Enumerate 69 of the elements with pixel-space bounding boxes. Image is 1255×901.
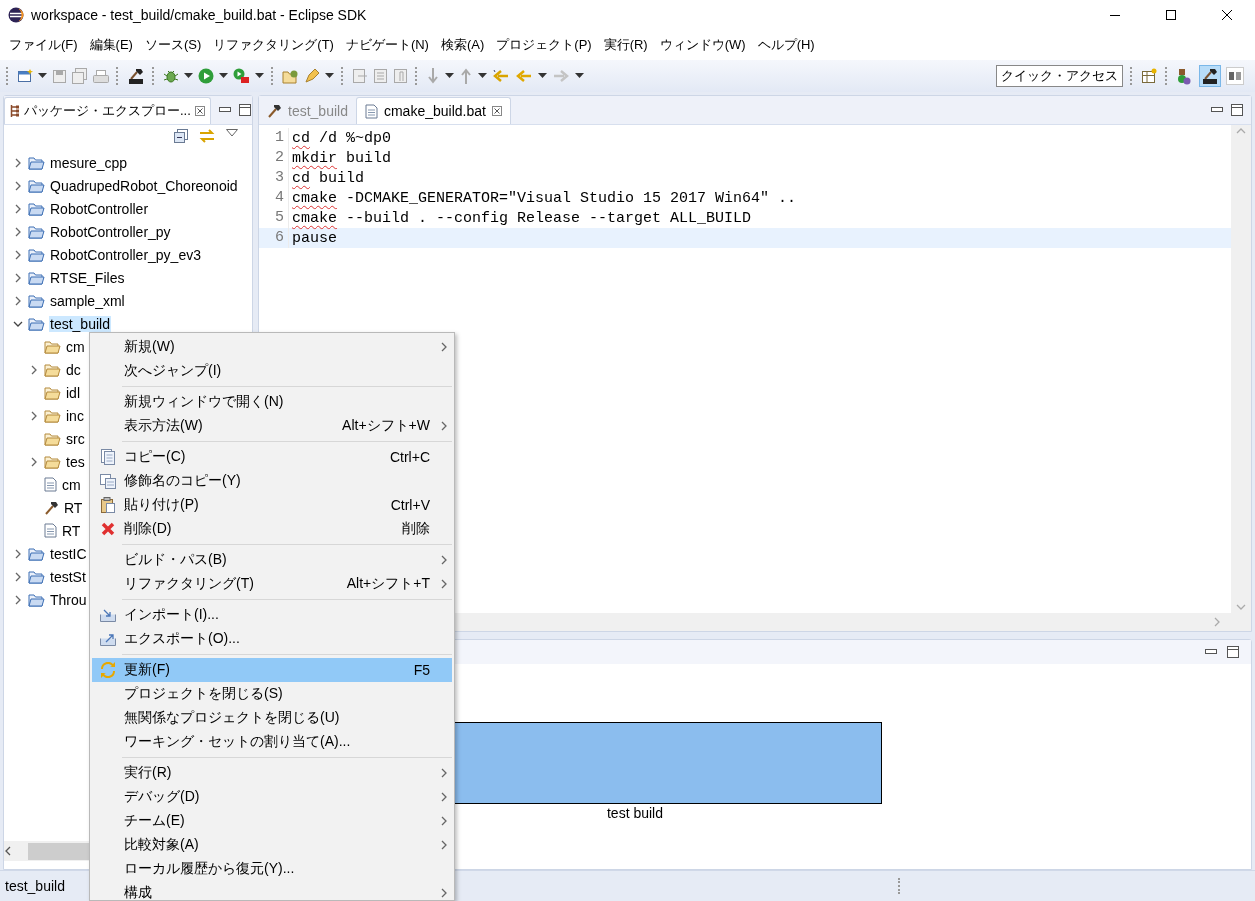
tree-item[interactable]: test_build: [49, 315, 111, 332]
tree-item[interactable]: Throu: [49, 591, 88, 608]
menu-item[interactable]: ヘルプ(H): [751, 36, 821, 54]
line-number: 2: [259, 148, 289, 168]
menu-item[interactable]: チーム(E): [92, 809, 452, 833]
menu-item[interactable]: 無関係なプロジェクトを閉じる(U): [92, 706, 452, 730]
menu-item[interactable]: 削除(D) 削除: [92, 517, 452, 541]
menu-item[interactable]: 構成: [92, 881, 452, 900]
tree-item[interactable]: dc: [65, 361, 82, 378]
code-line: cd /d %~dp0: [291, 129, 392, 147]
menu-item[interactable]: ウィンドウ(W): [653, 36, 752, 54]
tree-item[interactable]: tes: [65, 453, 86, 470]
line-number: 1: [259, 128, 289, 148]
menu-item[interactable]: ワーキング・セットの割り当て(A)...: [92, 730, 452, 754]
code-line: pause: [291, 229, 337, 247]
line-number: 3: [259, 168, 289, 188]
menu-item[interactable]: 表示方法(W) Alt+シフト+W: [92, 414, 452, 438]
tree-item[interactable]: RobotController: [49, 200, 150, 217]
tree-item[interactable]: RobotController_py: [49, 223, 172, 240]
tree-item[interactable]: RTSE_Files: [49, 269, 126, 286]
tree-item[interactable]: RobotController_py_ev3: [49, 246, 202, 263]
menu-item[interactable]: 更新(F) F5: [92, 658, 452, 682]
menu-item[interactable]: ファイル(F): [3, 36, 84, 54]
menu-item[interactable]: ビルド・パス(B): [92, 548, 452, 572]
code-line: mkdir build: [291, 149, 392, 167]
explorer-tab[interactable]: パッケージ・エクスプロー...: [4, 97, 211, 124]
code-line: cmake -DCMAKE_GENERATOR="Visual Studio 15 2017 Win64" ..: [291, 189, 797, 207]
line-number: 6: [259, 228, 289, 248]
tree-item[interactable]: sample_xml: [49, 292, 126, 309]
menu-item[interactable]: ナビゲート(N): [339, 36, 435, 54]
menu-item[interactable]: デバッグ(D): [92, 785, 452, 809]
tree-item[interactable]: testSt: [49, 568, 87, 585]
menu-item[interactable]: 編集(E): [83, 36, 139, 54]
tree-item[interactable]: mesure_cpp: [49, 154, 129, 171]
menu-item[interactable]: インポート(I)...: [92, 603, 452, 627]
menu-item[interactable]: エクスポート(O)...: [92, 627, 452, 651]
window-title: workspace - test_build/cmake_build.bat - Eclipse SDK: [31, 7, 368, 23]
tree-item[interactable]: cm: [65, 338, 86, 355]
menu-item[interactable]: 次へジャンプ(I): [92, 359, 452, 383]
tree-item[interactable]: RT: [61, 522, 82, 539]
menu-item[interactable]: 貼り付け(P) Ctrl+V: [92, 493, 452, 517]
code-line: cd build: [291, 169, 365, 187]
tree-item[interactable]: RT: [63, 499, 84, 516]
editor-tab[interactable]: cmake_build.bat: [355, 97, 511, 124]
menu-item[interactable]: コピー(C) Ctrl+C: [92, 445, 452, 469]
menu-item[interactable]: 実行(R): [92, 761, 452, 785]
menu-item[interactable]: 実行(R): [597, 36, 654, 54]
status-text: test_build: [5, 878, 65, 894]
menu-item[interactable]: リファクタリング(T) Alt+シフト+T: [92, 572, 452, 596]
tree-item[interactable]: QuadrupedRobot_Choreonoid: [49, 177, 239, 194]
tree-item[interactable]: idl: [65, 384, 81, 401]
menu-item[interactable]: プロジェクトを閉じる(S): [92, 682, 452, 706]
tree-item[interactable]: src: [65, 430, 86, 447]
line-number: 4: [259, 188, 289, 208]
menu-item[interactable]: 修飾名のコピー(Y): [92, 469, 452, 493]
quick-access-field[interactable]: クイック・アクセス: [996, 65, 1123, 87]
menu-item[interactable]: ローカル履歴から復元(Y)...: [92, 857, 452, 881]
menu-item[interactable]: 比較対象(A): [92, 833, 452, 857]
component-label: test build: [606, 805, 663, 821]
menu-item[interactable]: プロジェクト(P): [490, 36, 598, 54]
menu-item[interactable]: ソース(S): [138, 36, 208, 54]
menu-item[interactable]: 新規(W): [92, 335, 452, 359]
menu-item[interactable]: リファクタリング(T): [207, 36, 340, 54]
code-line: cmake --build . --config Release --target ALL_BUILD: [291, 209, 752, 227]
tree-item[interactable]: inc: [65, 407, 85, 424]
tree-item[interactable]: cm: [61, 476, 82, 493]
tree-item[interactable]: testIC: [49, 545, 88, 562]
menu-item[interactable]: 検索(A): [434, 36, 491, 54]
menu-item[interactable]: 新規ウィンドウで開く(N): [92, 390, 452, 414]
